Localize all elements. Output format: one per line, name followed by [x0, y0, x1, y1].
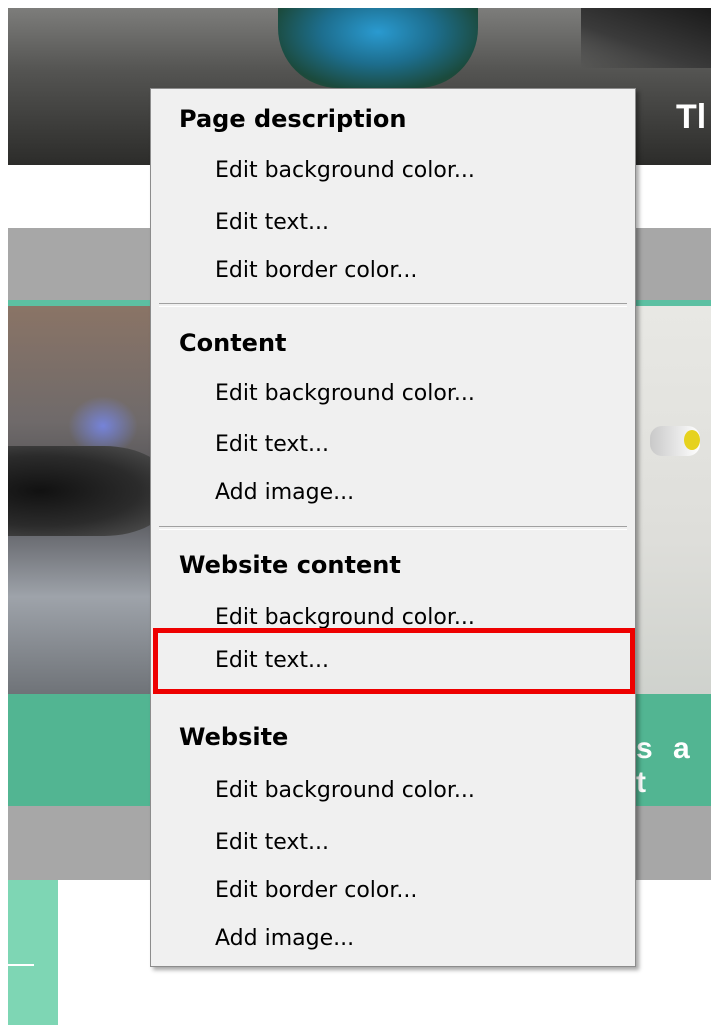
website-content-edit-background-color[interactable]: Edit background color... [153, 596, 631, 640]
context-menu: Page description Edit background color..… [150, 88, 636, 967]
content-edit-background-color[interactable]: Edit background color... [153, 372, 631, 416]
mint-sidebar-block [8, 880, 58, 1025]
website-content-edit-text[interactable]: Edit text... [153, 639, 631, 683]
band-text-fragment: s a t [636, 732, 696, 799]
section-title-content: Content [179, 329, 287, 357]
website-edit-border-color[interactable]: Edit border color... [153, 869, 631, 913]
menu-separator [159, 303, 627, 307]
header-photo-shadow [581, 8, 711, 68]
page-description-edit-border-color[interactable]: Edit border color... [153, 249, 631, 293]
vase-photo [278, 8, 478, 88]
burner-cap [8, 446, 153, 536]
section-title-website-content: Website content [179, 551, 401, 579]
stove-burner-photo [8, 306, 153, 694]
menu-separator [159, 526, 627, 530]
plug-tip [684, 430, 700, 450]
website-add-image[interactable]: Add image... [153, 917, 631, 961]
cable-plug-photo [636, 306, 711, 694]
page-description-edit-text[interactable]: Edit text... [153, 201, 631, 245]
website-edit-text[interactable]: Edit text... [153, 821, 631, 865]
section-title-page-description: Page description [179, 105, 407, 133]
page-description-edit-background-color[interactable]: Edit background color... [153, 149, 631, 193]
mint-divider-line [8, 964, 34, 966]
section-title-website: Website [179, 723, 289, 751]
content-add-image[interactable]: Add image... [153, 471, 631, 515]
website-edit-background-color[interactable]: Edit background color... [153, 769, 631, 813]
header-title-fragment: Tl [676, 98, 707, 136]
content-edit-text[interactable]: Edit text... [153, 423, 631, 467]
